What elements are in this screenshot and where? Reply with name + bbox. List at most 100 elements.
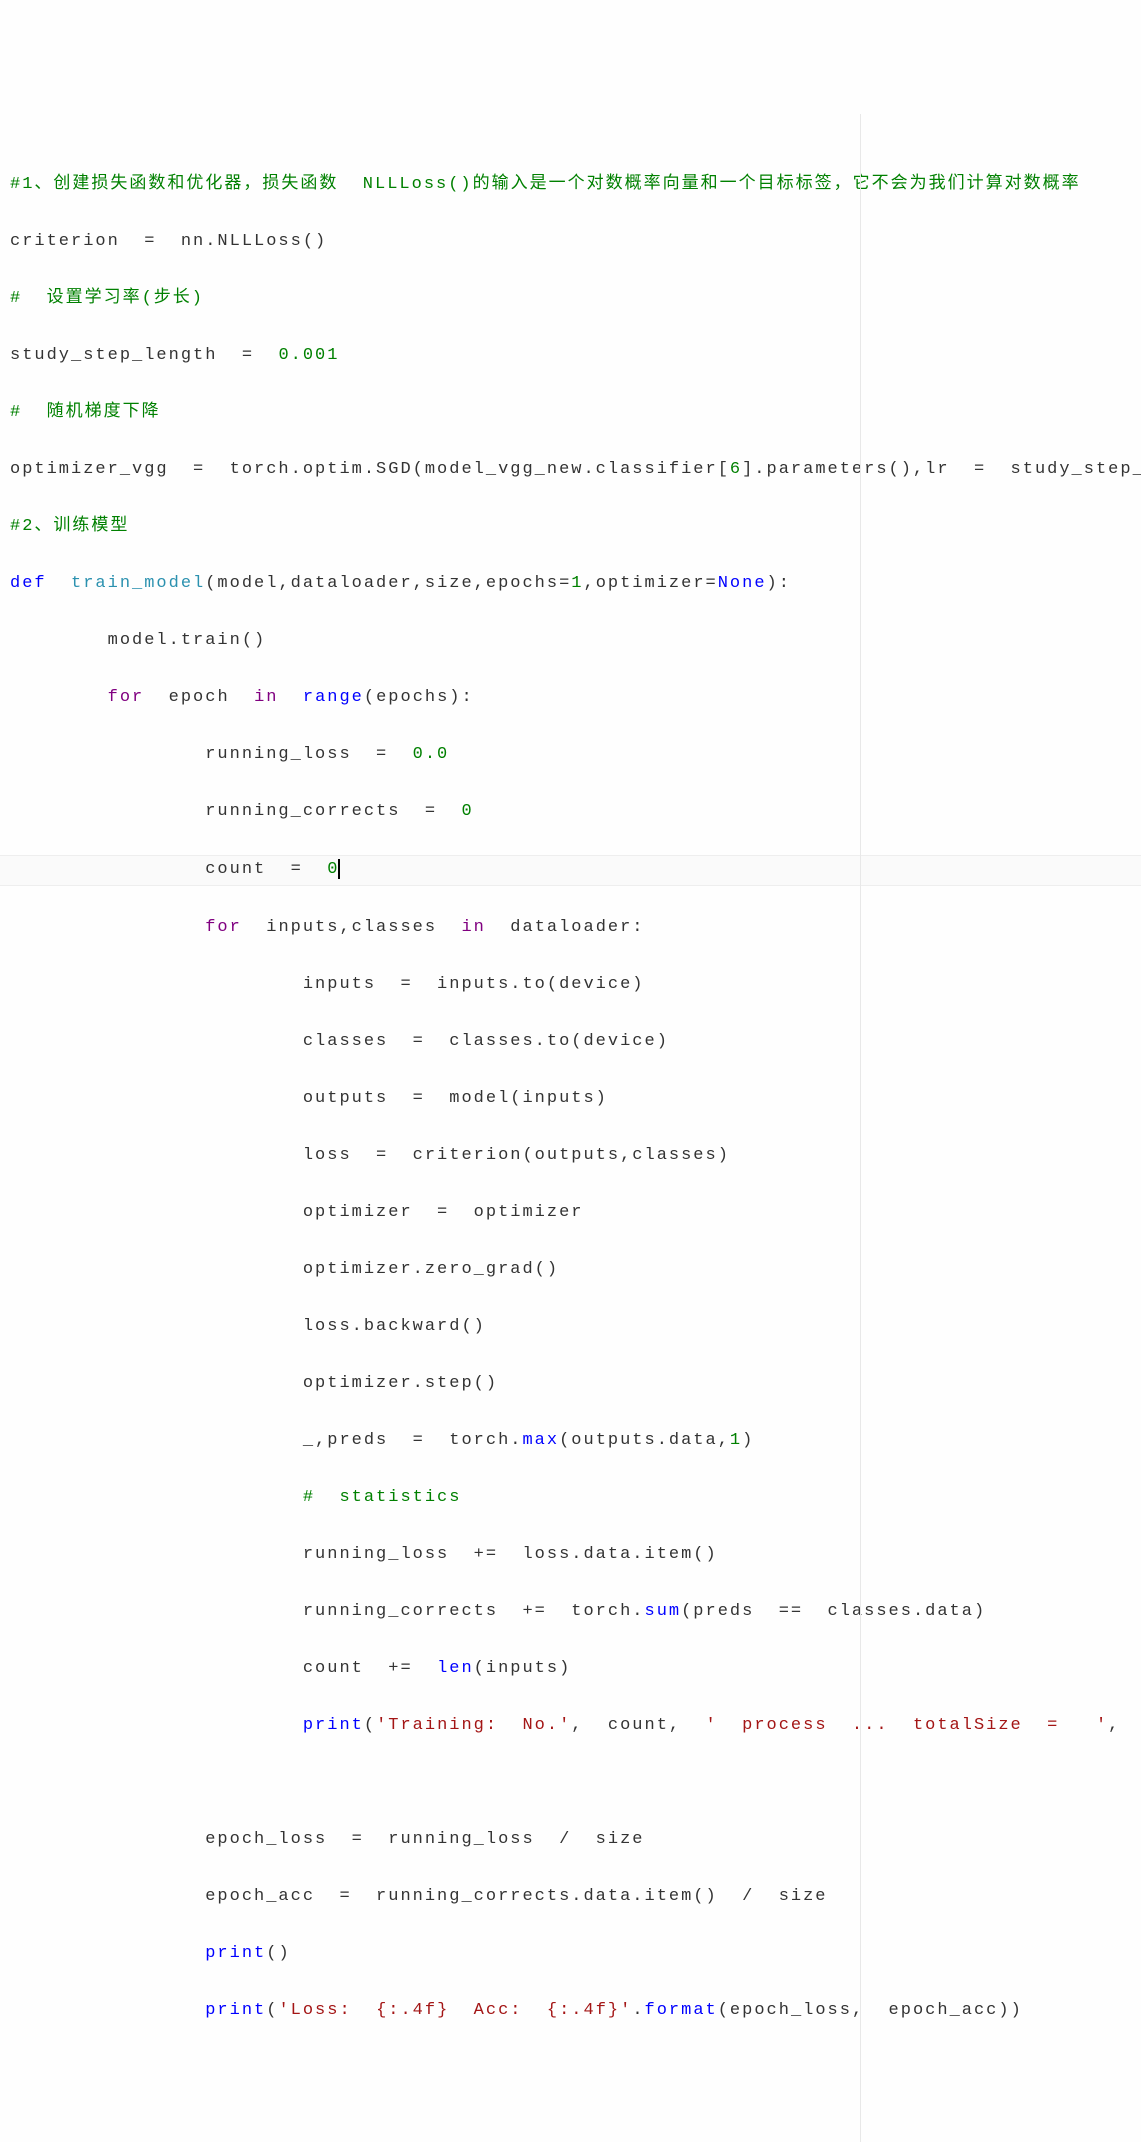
code-text: (epochs): (364, 688, 474, 707)
code-text: model.train() (10, 631, 266, 650)
code-line[interactable] (0, 2054, 1141, 2083)
function-name: train_model (71, 574, 205, 593)
code-line-active[interactable]: count = 0 (0, 855, 1141, 886)
string: ' process ... totalSize = ' (706, 1716, 1109, 1735)
comment: # 设置学习率(步长) (10, 289, 204, 308)
code-text: running_loss += loss.data.item() (10, 1545, 718, 1564)
code-line[interactable]: inputs = inputs.to(device) (0, 971, 1141, 1000)
code-line[interactable]: criterion = nn.NLLLoss() (0, 228, 1141, 257)
code-line[interactable]: _,preds = torch.max(outputs.data,1) (0, 1427, 1141, 1456)
code-line[interactable] (0, 2111, 1141, 2140)
code-line[interactable]: loss = criterion(outputs,classes) (0, 1142, 1141, 1171)
code-text: count += (10, 1659, 437, 1678)
code-editor[interactable]: #1、创建损失函数和优化器，损失函数 NLLLoss()的输入是一个对数概率向量… (0, 114, 1141, 2142)
code-text: ( (364, 1716, 376, 1735)
code-line[interactable]: loss.backward() (0, 1313, 1141, 1342)
code-text: running_corrects = (10, 802, 461, 821)
code-text (10, 1773, 205, 1792)
code-line[interactable]: print('Loss: {:.4f} Acc: {:.4f}'.format(… (0, 1997, 1141, 2026)
code-line[interactable]: outputs = model(inputs) (0, 1085, 1141, 1114)
code-line[interactable]: # statistics (0, 1484, 1141, 1513)
code-line[interactable]: print() (0, 1940, 1141, 1969)
code-line[interactable] (0, 1769, 1141, 1798)
code-line[interactable]: #2、训练模型 (0, 513, 1141, 542)
code-line[interactable]: # 随机梯度下降 (0, 399, 1141, 428)
code-line[interactable]: epoch_acc = running_corrects.data.item()… (0, 1883, 1141, 1912)
code-text: inputs,classes (242, 918, 462, 937)
keyword: None (718, 574, 767, 593)
comment: # 随机梯度下降 (10, 403, 161, 422)
builtin: format (645, 2001, 718, 2020)
code-line[interactable]: optimizer = optimizer (0, 1199, 1141, 1228)
code-line[interactable]: optimizer.step() (0, 1370, 1141, 1399)
code-text: ( (266, 2001, 278, 2020)
code-text: (preds == classes.data) (681, 1602, 986, 1621)
code-line[interactable]: def train_model(model,dataloader,size,ep… (0, 570, 1141, 599)
code-line[interactable]: optimizer.zero_grad() (0, 1256, 1141, 1285)
code-text: optimizer.zero_grad() (10, 1260, 559, 1279)
string: 'Training: No.' (376, 1716, 571, 1735)
code-text: ): (767, 574, 791, 593)
code-text: ) (742, 1431, 754, 1450)
code-text: epoch (144, 688, 254, 707)
comment: # statistics (10, 1488, 461, 1507)
code-text: inputs = inputs.to(device) (10, 975, 645, 994)
builtin: print (205, 1944, 266, 1963)
builtin: print (303, 1716, 364, 1735)
code-text: epoch_loss = running_loss / size (10, 1830, 645, 1849)
code-text: running_corrects += torch. (10, 1602, 645, 1621)
code-text: ,optimizer= (584, 574, 718, 593)
code-line[interactable]: # 设置学习率(步长) (0, 285, 1141, 314)
code-text (10, 2058, 205, 2077)
code-line[interactable]: optimizer_vgg = torch.optim.SGD(model_vg… (0, 456, 1141, 485)
code-text: count = (10, 860, 327, 879)
code-line[interactable]: classes = classes.to(device) (0, 1028, 1141, 1057)
code-text: , size) (1108, 1716, 1141, 1735)
number: 0.001 (278, 346, 339, 365)
number: 0.0 (413, 745, 450, 764)
code-line[interactable]: print('Training: No.', count, ' process … (0, 1712, 1141, 1741)
code-text: (model,dataloader,size,epochs= (205, 574, 571, 593)
code-text: optimizer = optimizer (10, 1203, 583, 1222)
code-line[interactable]: running_loss = 0.0 (0, 741, 1141, 770)
code-text: () (266, 1944, 290, 1963)
code-text: , count, (571, 1716, 705, 1735)
code-line[interactable]: count += len(inputs) (0, 1655, 1141, 1684)
code-line[interactable]: for inputs,classes in dataloader: (0, 914, 1141, 943)
keyword: in (461, 918, 485, 937)
code-text: classes = classes.to(device) (10, 1032, 669, 1051)
code-text: loss = criterion(outputs,classes) (10, 1146, 730, 1165)
builtin: len (437, 1659, 474, 1678)
builtin: print (205, 2001, 266, 2020)
code-line[interactable]: running_corrects += torch.sum(preds == c… (0, 1598, 1141, 1627)
keyword: for (205, 918, 242, 937)
code-text: optimizer.step() (10, 1374, 498, 1393)
builtin: sum (645, 1602, 682, 1621)
keyword: def (10, 574, 47, 593)
code-line[interactable]: epoch_loss = running_loss / size (0, 1826, 1141, 1855)
comment: #1、创建损失函数和优化器，损失函数 NLLLoss()的输入是一个对数概率向量… (10, 175, 1081, 194)
builtin: max (522, 1431, 559, 1450)
keyword: in (254, 688, 278, 707)
code-text: (inputs) (474, 1659, 572, 1678)
code-line[interactable]: model.train() (0, 627, 1141, 656)
comment: #2、训练模型 (10, 517, 129, 536)
code-text: optimizer_vgg = torch.optim.SGD(model_vg… (10, 460, 730, 479)
code-line[interactable]: study_step_length = 0.001 (0, 342, 1141, 371)
code-text: criterion = nn.NLLLoss() (10, 232, 327, 251)
code-text (278, 688, 302, 707)
code-text: outputs = model(inputs) (10, 1089, 608, 1108)
code-text: (epoch_loss, epoch_acc)) (718, 2001, 1023, 2020)
keyword: for (108, 688, 145, 707)
code-line[interactable]: running_corrects = 0 (0, 798, 1141, 827)
code-line[interactable]: for epoch in range(epochs): (0, 684, 1141, 713)
number: 6 (730, 460, 742, 479)
code-text: loss.backward() (10, 1317, 486, 1336)
code-line[interactable]: #1、创建损失函数和优化器，损失函数 NLLLoss()的输入是一个对数概率向量… (0, 171, 1141, 200)
code-line[interactable]: running_loss += loss.data.item() (0, 1541, 1141, 1570)
code-text: epoch_acc = running_corrects.data.item()… (10, 1887, 828, 1906)
cursor (338, 859, 340, 879)
number: 1 (730, 1431, 742, 1450)
builtin: range (303, 688, 364, 707)
code-text: ].parameters(),lr = study_step_length) (742, 460, 1141, 479)
